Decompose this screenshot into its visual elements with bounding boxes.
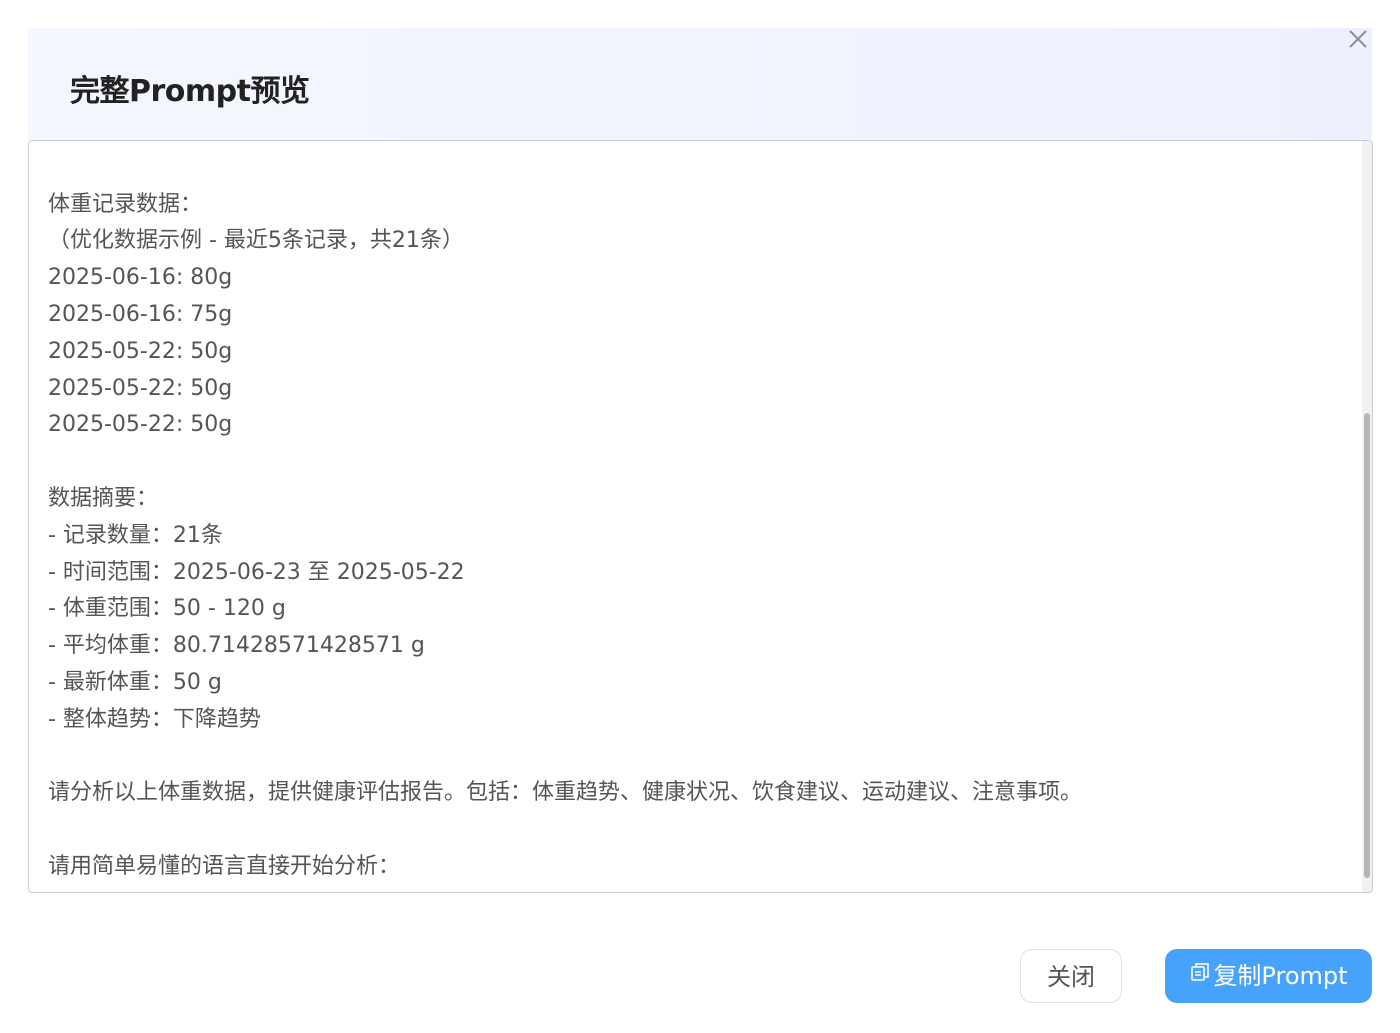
- copy-prompt-button[interactable]: 复制Prompt: [1165, 949, 1372, 1003]
- resize-handle-icon[interactable]: [1365, 885, 1371, 891]
- vertical-scrollbar[interactable]: [1362, 141, 1372, 892]
- close-icon[interactable]: [1344, 25, 1372, 53]
- copy-prompt-label: 复制Prompt: [1213, 962, 1348, 990]
- dialog-title: 完整Prompt预览: [70, 74, 310, 109]
- copy-icon: [1189, 948, 1211, 1002]
- prompt-textarea[interactable]: 请根据以下提供的具体情况分析体重数据，提供专业的健康评估和建议。 体重记录数据：…: [28, 140, 1373, 893]
- dialog-header: 完整Prompt预览: [28, 28, 1372, 140]
- scrollbar-thumb[interactable]: [1364, 413, 1370, 878]
- close-button[interactable]: 关闭: [1020, 949, 1122, 1003]
- prompt-text[interactable]: 请根据以下提供的具体情况分析体重数据，提供专业的健康评估和建议。 体重记录数据：…: [48, 141, 1348, 886]
- prompt-preview-dialog: 完整Prompt预览 请根据以下提供的具体情况分析体重数据，提供专业的健康评估和…: [0, 0, 1400, 1033]
